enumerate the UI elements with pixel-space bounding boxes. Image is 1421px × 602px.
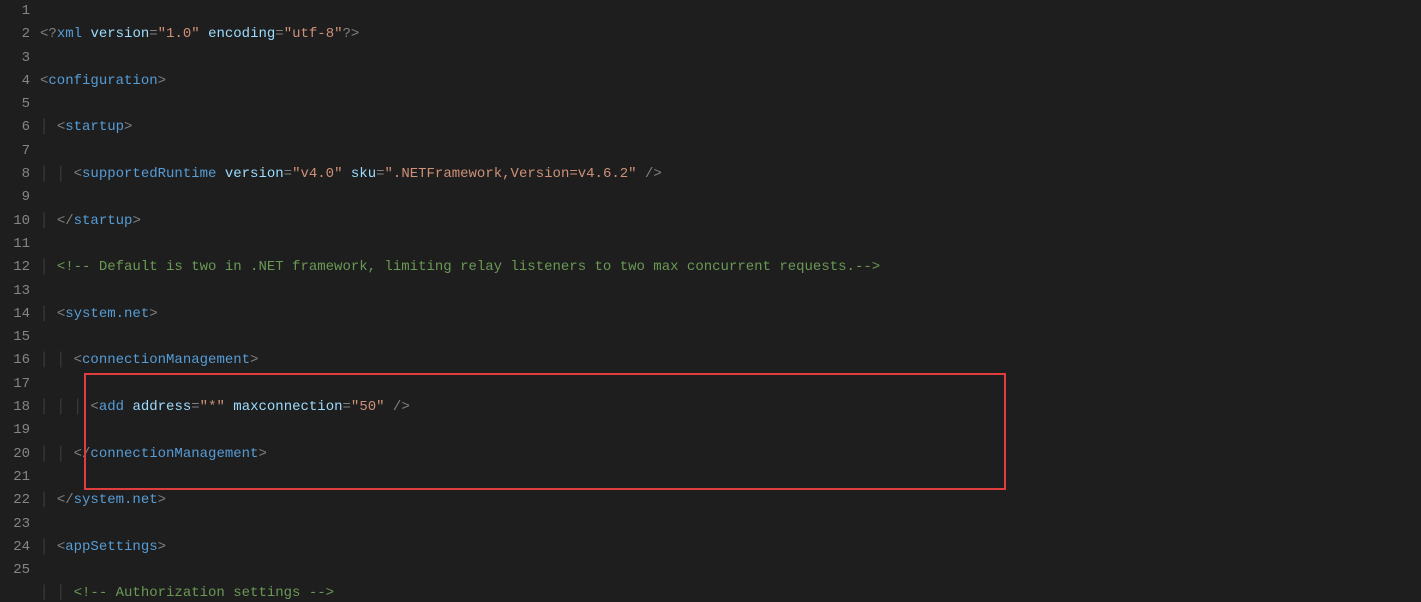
code-editor[interactable]: 1 2 3 4 5 6 7 8 9 10 11 12 13 14 15 16 1…	[0, 0, 1421, 602]
line-number: 23	[0, 513, 30, 536]
line-number: 12	[0, 256, 30, 279]
code-line[interactable]: │ │ │ <add address="*" maxconnection="50…	[40, 396, 1421, 419]
code-line[interactable]: │ <!-- Default is two in .NET framework,…	[40, 256, 1421, 279]
line-number: 17	[0, 373, 30, 396]
line-number-gutter: 1 2 3 4 5 6 7 8 9 10 11 12 13 14 15 16 1…	[0, 0, 40, 602]
code-line[interactable]: │ │ <supportedRuntime version="v4.0" sku…	[40, 163, 1421, 186]
highlight-box	[84, 373, 1006, 490]
code-area[interactable]: <?xml version="1.0" encoding="utf-8"?> <…	[40, 0, 1421, 602]
line-number: 13	[0, 280, 30, 303]
line-number: 19	[0, 419, 30, 442]
code-line[interactable]: │ <system.net>	[40, 303, 1421, 326]
line-number: 20	[0, 443, 30, 466]
line-number: 9	[0, 186, 30, 209]
line-number: 10	[0, 210, 30, 233]
line-number: 11	[0, 233, 30, 256]
line-number: 7	[0, 140, 30, 163]
code-line[interactable]: │ │ <!-- Authorization settings -->	[40, 582, 1421, 602]
line-number: 16	[0, 349, 30, 372]
line-number: 3	[0, 47, 30, 70]
code-line[interactable]: <?xml version="1.0" encoding="utf-8"?>	[40, 23, 1421, 46]
line-number: 4	[0, 70, 30, 93]
code-line[interactable]: <configuration>	[40, 70, 1421, 93]
line-number: 15	[0, 326, 30, 349]
line-number: 1	[0, 0, 30, 23]
line-number: 6	[0, 116, 30, 139]
code-line[interactable]: │ │ <connectionManagement>	[40, 349, 1421, 372]
line-number: 8	[0, 163, 30, 186]
code-line[interactable]: │ </startup>	[40, 210, 1421, 233]
line-number: 14	[0, 303, 30, 326]
line-number: 21	[0, 466, 30, 489]
line-number: 24	[0, 536, 30, 559]
code-line[interactable]: │ <startup>	[40, 116, 1421, 139]
code-line[interactable]: │ <appSettings>	[40, 536, 1421, 559]
code-line[interactable]: │ </system.net>	[40, 489, 1421, 512]
line-number: 2	[0, 23, 30, 46]
line-number: 5	[0, 93, 30, 116]
line-number: 22	[0, 489, 30, 512]
line-number: 18	[0, 396, 30, 419]
code-line[interactable]: │ │ </connectionManagement>	[40, 443, 1421, 466]
line-number: 25	[0, 559, 30, 582]
